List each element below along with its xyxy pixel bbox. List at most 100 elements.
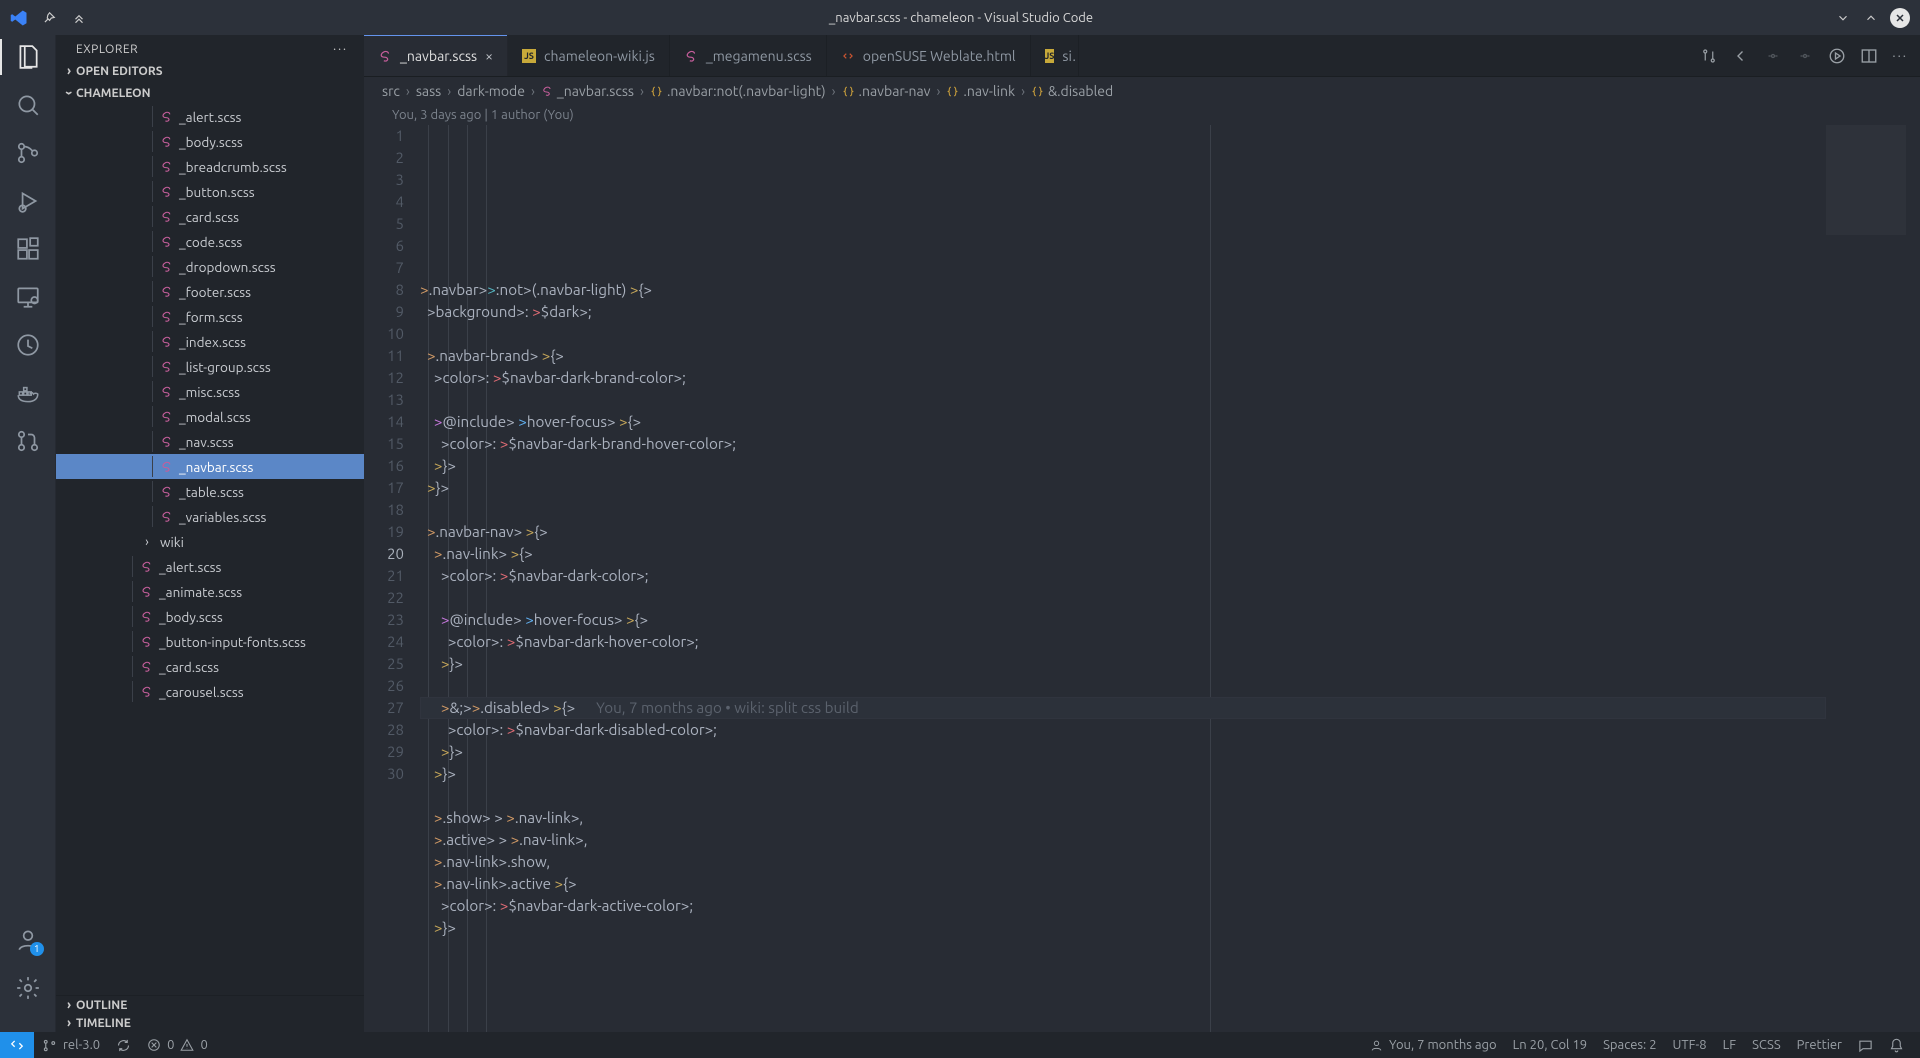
code-line[interactable]: >.active> > >.nav-link>, (420, 829, 1826, 851)
folder-row[interactable]: ›wiki (56, 529, 364, 554)
file-row[interactable]: _code.scss (56, 229, 364, 254)
code-line[interactable]: >color>: >$navbar-dark-color>; (420, 565, 1826, 587)
breadcrumb-item[interactable]: _navbar.scss (541, 83, 634, 99)
file-row[interactable]: _footer.scss (56, 279, 364, 304)
timeline-section[interactable]: › TIMELINE (56, 1014, 364, 1032)
notifications-status[interactable] (1881, 1032, 1912, 1058)
file-row[interactable]: _table.scss (56, 479, 364, 504)
file-row[interactable]: _modal.scss (56, 404, 364, 429)
breadcrumb-item[interactable]: .nav-link (946, 83, 1015, 99)
code-line[interactable]: >&;>>.disabled> >{> You, 7 months ago • … (420, 697, 1826, 719)
file-row[interactable]: _misc.scss (56, 379, 364, 404)
file-row[interactable]: _carousel.scss (56, 679, 364, 704)
file-row-selected[interactable]: _navbar.scss (56, 454, 364, 479)
run-debug-activity-icon[interactable] (14, 187, 42, 215)
remote-indicator[interactable] (0, 1032, 34, 1058)
file-row[interactable]: _alert.scss (56, 104, 364, 129)
file-row[interactable]: _form.scss (56, 304, 364, 329)
encoding-status[interactable]: UTF-8 (1665, 1032, 1715, 1058)
breadcrumb-item[interactable]: src (382, 83, 400, 99)
next-change-icon[interactable] (1796, 47, 1814, 65)
code-line[interactable] (420, 323, 1826, 345)
file-row[interactable]: _button-input-fonts.scss (56, 629, 364, 654)
code-line[interactable]: >.navbar>>:not>(.navbar-light) >{> (420, 279, 1826, 301)
code-line[interactable]: >@include> >hover-focus> >{> (420, 411, 1826, 433)
cursor-position-status[interactable]: Ln 20, Col 19 (1505, 1032, 1595, 1058)
code-line[interactable]: >color>: >$navbar-dark-brand-color>; (420, 367, 1826, 389)
file-row[interactable]: _button.scss (56, 179, 364, 204)
tab-active[interactable]: _navbar.scss× (364, 35, 508, 76)
chevron-collapse-icon[interactable] (70, 9, 88, 27)
project-section[interactable]: › CHAMELEON (56, 84, 364, 102)
close-window-button[interactable] (1890, 8, 1910, 28)
code-line[interactable]: >}> (420, 455, 1826, 477)
pin-icon[interactable] (40, 9, 58, 27)
file-row[interactable]: _animate.scss (56, 579, 364, 604)
docker-activity-icon[interactable] (14, 379, 42, 407)
accounts-activity-icon[interactable]: 1 (14, 926, 42, 954)
code-line[interactable]: >}> (420, 763, 1826, 785)
code-line[interactable]: >}> (420, 653, 1826, 675)
language-mode-status[interactable]: SCSS (1744, 1032, 1789, 1058)
code-line[interactable]: >.nav-link> >{> (420, 543, 1826, 565)
indentation-status[interactable]: Spaces: 2 (1595, 1032, 1664, 1058)
file-row[interactable]: _breadcrumb.scss (56, 154, 364, 179)
code-line[interactable]: >}> (420, 477, 1826, 499)
file-tree[interactable]: _alert.scss_body.scss_breadcrumb.scss_bu… (56, 104, 364, 995)
timeline-activity-icon[interactable] (14, 331, 42, 359)
git-branch-status[interactable]: rel-3.0 (34, 1032, 108, 1058)
code-line[interactable] (420, 675, 1826, 697)
code-line[interactable]: >color>: >$navbar-dark-brand-hover-color… (420, 433, 1826, 455)
settings-activity-icon[interactable] (14, 974, 42, 1002)
code-line[interactable]: >@include> >hover-focus> >{> (420, 609, 1826, 631)
file-row[interactable]: _body.scss (56, 129, 364, 154)
file-row[interactable]: _nav.scss (56, 429, 364, 454)
source-control-activity-icon[interactable] (14, 139, 42, 167)
code-line[interactable] (420, 499, 1826, 521)
search-activity-icon[interactable] (14, 91, 42, 119)
sync-status[interactable] (108, 1032, 139, 1058)
breadcrumb-item[interactable]: dark-mode (457, 83, 525, 99)
chevron-down-icon[interactable] (1834, 9, 1852, 27)
code-editor[interactable]: >.navbar>>:not>(.navbar-light) >{> >back… (420, 125, 1826, 1032)
problems-status[interactable]: 0 0 (139, 1032, 216, 1058)
compare-changes-icon[interactable] (1700, 47, 1718, 65)
tab[interactable]: JSchameleon-wiki.js (508, 35, 670, 76)
eol-status[interactable]: LF (1715, 1032, 1744, 1058)
code-line[interactable]: >.show> > >.nav-link>, (420, 807, 1826, 829)
code-line[interactable]: >}> (420, 741, 1826, 763)
breadcrumbs[interactable]: src›sass›dark-mode›_navbar.scss›.navbar:… (364, 77, 1920, 105)
file-row[interactable]: _index.scss (56, 329, 364, 354)
more-tabs-icon[interactable]: ··· (1892, 49, 1908, 63)
file-row[interactable]: _card.scss (56, 204, 364, 229)
blame-status[interactable]: You, 7 months ago (1362, 1032, 1505, 1058)
file-row[interactable]: _card.scss (56, 654, 364, 679)
prev-change-icon[interactable] (1764, 47, 1782, 65)
code-line[interactable] (420, 587, 1826, 609)
outline-section[interactable]: › OUTLINE (56, 996, 364, 1014)
remote-explorer-activity-icon[interactable] (14, 283, 42, 311)
explorer-activity-icon[interactable] (14, 43, 42, 71)
breadcrumb-item[interactable]: .navbar-nav (842, 83, 931, 99)
breadcrumb-item[interactable]: .navbar:not(.navbar-light) (650, 83, 826, 99)
code-line[interactable]: >.navbar-brand> >{> (420, 345, 1826, 367)
file-row[interactable]: _body.scss (56, 604, 364, 629)
line-number-gutter[interactable]: 1234567891011121314151617181920212223242… (364, 125, 420, 1032)
code-line[interactable] (420, 389, 1826, 411)
tab[interactable]: JSsi… (1031, 35, 1079, 76)
tab[interactable]: _megamenu.scss (670, 35, 827, 76)
breadcrumb-item[interactable]: sass (416, 83, 441, 99)
code-line[interactable]: >color>: >$navbar-dark-disabled-color>; (420, 719, 1826, 741)
feedback-status[interactable] (1850, 1032, 1881, 1058)
code-line[interactable]: >}> (420, 917, 1826, 939)
file-row[interactable]: _dropdown.scss (56, 254, 364, 279)
open-editors-section[interactable]: › OPEN EDITORS (56, 62, 364, 80)
split-editor-icon[interactable] (1860, 47, 1878, 65)
file-row[interactable]: _alert.scss (56, 554, 364, 579)
code-line[interactable]: >.nav-link>.active >{> (420, 873, 1826, 895)
tab[interactable]: openSUSE Weblate.html (827, 35, 1031, 76)
extensions-activity-icon[interactable] (14, 235, 42, 263)
overview-ruler[interactable] (1906, 125, 1920, 1032)
minimap[interactable] (1826, 125, 1906, 1032)
file-row[interactable]: _variables.scss (56, 504, 364, 529)
